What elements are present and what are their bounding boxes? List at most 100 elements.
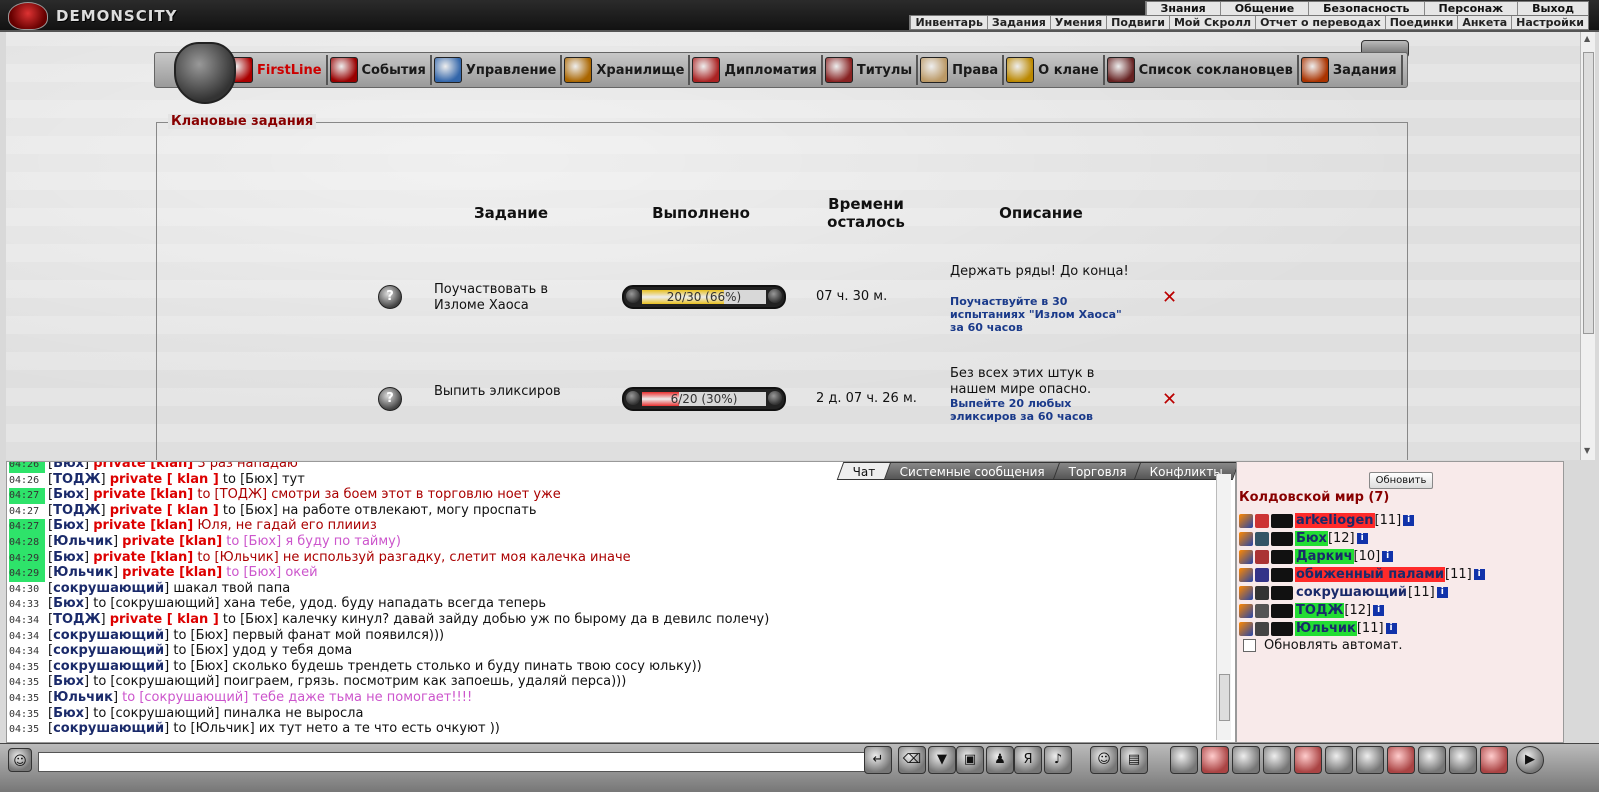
camera-icon[interactable]: ▤	[1120, 746, 1148, 774]
flag-icon[interactable]	[1449, 746, 1477, 774]
top-menu-item[interactable]: Общение	[1219, 2, 1308, 15]
chat-sender[interactable]: Бюх	[53, 462, 84, 471]
quest-help-icon[interactable]: ?	[378, 387, 402, 411]
chat-sender[interactable]: сокрушающий	[53, 628, 164, 643]
chat-sender[interactable]: Бюх	[53, 674, 84, 689]
user-nick[interactable]: Юльчик	[1295, 621, 1357, 636]
chat-tab[interactable]: Системные сообщения	[883, 462, 1061, 480]
chat-sender[interactable]: Юльчик	[53, 690, 113, 705]
chat-recipient[interactable]: to [Юльчик]	[197, 550, 278, 565]
chat-sender[interactable]: сокрушающий	[53, 643, 164, 658]
quest-cancel-icon[interactable]: ✕	[1162, 287, 1177, 308]
user-nick[interactable]: обиженный палами	[1295, 567, 1446, 582]
scroll-up-icon[interactable]: ▲	[1584, 34, 1590, 43]
chat-recipient[interactable]: to [Бюх]	[223, 503, 278, 518]
chat-recipient[interactable]: to [Бюх]	[226, 534, 281, 549]
chat-recipient[interactable]: to [сокрушающий]	[93, 674, 219, 689]
chat-recipient[interactable]: to [Бюх]	[173, 659, 228, 674]
enter-icon[interactable]: ↵	[864, 746, 892, 774]
sound-icon[interactable]: ♪	[1044, 746, 1072, 774]
chat-input[interactable]	[38, 752, 866, 772]
user-info-icon[interactable]: i	[1436, 587, 1448, 598]
top-menu-item[interactable]: Знания	[1145, 2, 1220, 15]
user-nick[interactable]: arkeliogen	[1295, 513, 1375, 528]
nav-tab[interactable]: Хранилище	[562, 55, 691, 85]
chest-icon[interactable]	[1263, 746, 1291, 774]
play-icon[interactable]: ▶	[1516, 746, 1544, 774]
scroll-down-icon[interactable]: ▼	[1584, 446, 1590, 455]
user-info-icon[interactable]: i	[1473, 569, 1485, 580]
sub-menu-item[interactable]: Подвиги	[1106, 16, 1169, 29]
sub-menu-item[interactable]: Настройки	[1511, 16, 1588, 29]
nav-tab[interactable]: Дипломатия	[690, 55, 823, 85]
top-menu-item[interactable]: Безопасность	[1308, 2, 1423, 15]
medal-icon[interactable]	[1356, 746, 1384, 774]
eraser-icon[interactable]: ⌫	[898, 746, 926, 774]
user-nick[interactable]: Бюх	[1295, 531, 1328, 546]
user-info-icon[interactable]: i	[1373, 605, 1385, 616]
gift2-icon[interactable]	[1418, 746, 1446, 774]
chat-sender[interactable]: Юльчик	[53, 565, 113, 580]
user-info-icon[interactable]: i	[1382, 551, 1394, 562]
nav-tab[interactable]: Права	[918, 55, 1005, 85]
chat-sender[interactable]: Бюх	[53, 706, 84, 721]
filter-icon[interactable]: ▼	[928, 746, 956, 774]
chat-sender[interactable]: Бюх	[53, 550, 84, 565]
chat-recipient[interactable]: to [Бюх]	[223, 472, 278, 487]
chat-recipient[interactable]: to [ТОДЖ]	[197, 487, 267, 502]
user-info-icon[interactable]: i	[1385, 623, 1397, 634]
main-scrollbar[interactable]: ▲ ▼	[1580, 32, 1595, 460]
sub-menu-item[interactable]: Задания	[986, 16, 1050, 29]
sub-menu-item[interactable]: Умения	[1049, 16, 1106, 29]
chat-recipient[interactable]: to [Бюх]	[223, 612, 278, 627]
chat-sender[interactable]: ТОДЖ	[53, 612, 100, 627]
chat-recipient[interactable]: to [сокрушающий]	[93, 596, 219, 611]
quest-cancel-icon[interactable]: ✕	[1162, 389, 1177, 410]
sub-menu-item[interactable]: Отчет о переводах	[1255, 16, 1385, 29]
chat-sender[interactable]: ТОДЖ	[53, 503, 100, 518]
chat-recipient[interactable]: to [Бюх]	[173, 643, 228, 658]
nav-tab[interactable]: Управление	[432, 55, 563, 85]
nav-tab[interactable]: Задания	[1299, 55, 1403, 85]
chat-sender[interactable]: сокрушающий	[53, 659, 164, 674]
chat-sender[interactable]: Бюх	[53, 487, 84, 502]
chat-recipient[interactable]: to [Юльчик]	[173, 721, 254, 736]
sword-icon[interactable]	[1201, 746, 1229, 774]
sub-menu-item[interactable]: Поединки	[1384, 16, 1458, 29]
smiley-icon[interactable]: ☺	[1090, 746, 1118, 774]
portrait-icon[interactable]	[1325, 746, 1353, 774]
scroll-thumb[interactable]	[1583, 52, 1594, 334]
walk-icon[interactable]: ♟	[986, 746, 1014, 774]
chat-recipient[interactable]: to [сокрушающий]	[122, 690, 248, 705]
user-nick[interactable]: ТОДЖ	[1295, 603, 1345, 618]
auto-refresh[interactable]: Обновлять автомат.	[1243, 638, 1403, 653]
gift-icon[interactable]	[1387, 746, 1415, 774]
refresh-button[interactable]: Обновить	[1369, 472, 1433, 489]
chat-scrollbar[interactable]	[1216, 474, 1231, 740]
chat-recipient[interactable]: to [сокрушающий]	[93, 706, 219, 721]
chat-sender[interactable]: ТОДЖ	[53, 472, 100, 487]
top-menu-item[interactable]: Выход	[1517, 2, 1588, 15]
translit-icon[interactable]: Я	[1014, 746, 1042, 774]
item-icon[interactable]	[1170, 746, 1198, 774]
nav-tab[interactable]: О клане	[1004, 55, 1105, 85]
sub-menu-item[interactable]: Мой Скролл	[1168, 16, 1255, 29]
nav-tab[interactable]: Список соклановцев	[1105, 55, 1299, 85]
chat-tab[interactable]: Торговля	[1052, 462, 1143, 480]
chat-scroll-thumb[interactable]	[1219, 674, 1230, 721]
scroll-icon[interactable]	[1294, 746, 1322, 774]
top-menu-item[interactable]: Персонаж	[1423, 2, 1518, 15]
nav-tab[interactable]: Титулы	[823, 55, 919, 85]
user-nick[interactable]: сокрушающий	[1295, 585, 1408, 600]
chat-sender[interactable]: сокрушающий	[53, 721, 164, 736]
user-nick[interactable]: Даркич	[1295, 549, 1354, 564]
save-icon[interactable]: ▣	[956, 746, 984, 774]
smile-icon[interactable]: ☺	[8, 748, 32, 772]
sub-menu-item[interactable]: Инвентарь	[910, 16, 986, 29]
exit-icon[interactable]	[1480, 746, 1508, 774]
user-info-icon[interactable]: i	[1356, 533, 1368, 544]
auto-refresh-checkbox[interactable]	[1243, 639, 1256, 652]
chat-recipient[interactable]: to [Бюх]	[173, 628, 228, 643]
chat-sender[interactable]: Бюх	[53, 596, 84, 611]
nav-tab[interactable]: FirstLine	[223, 55, 328, 85]
